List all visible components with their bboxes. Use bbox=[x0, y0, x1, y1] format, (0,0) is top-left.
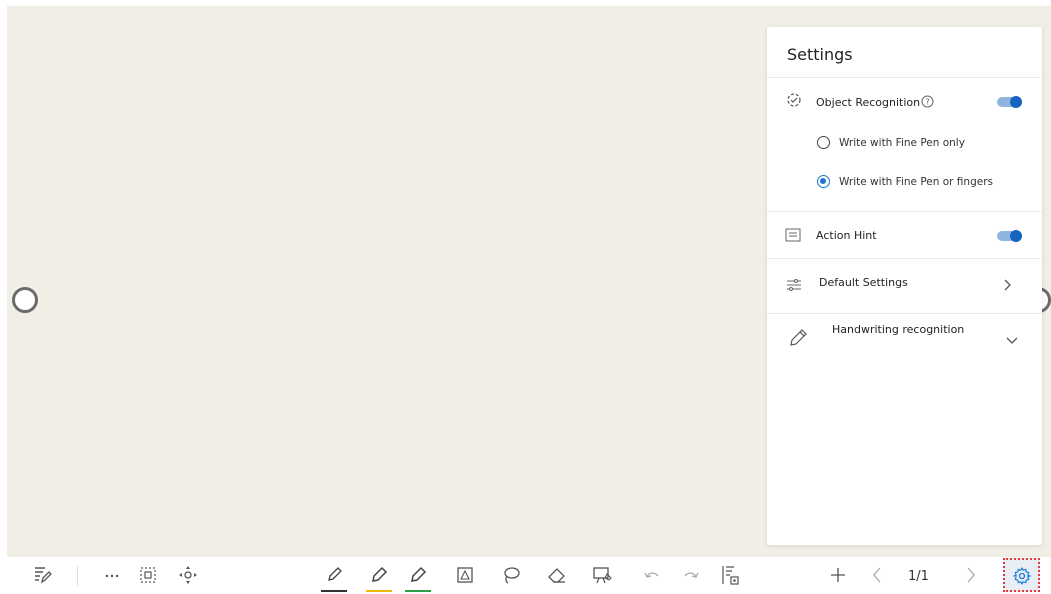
sliders-icon bbox=[787, 279, 801, 291]
move-icon bbox=[179, 566, 197, 584]
clear-page-button[interactable] bbox=[718, 563, 742, 587]
page-indicator: 1/1 bbox=[908, 569, 929, 584]
divider bbox=[767, 313, 1042, 314]
undo-icon bbox=[644, 572, 659, 578]
object-recognition-toggle[interactable] bbox=[997, 96, 1022, 108]
pen-color-indicator bbox=[366, 590, 392, 592]
handwriting-recognition-label[interactable]: Handwriting recognition bbox=[832, 323, 964, 336]
redo-icon bbox=[684, 572, 699, 578]
radio-fine-pen-only-label: Write with Fine Pen only bbox=[839, 137, 965, 149]
note-edit-icon bbox=[35, 567, 52, 584]
chevron-down-icon[interactable] bbox=[1005, 336, 1019, 346]
settings-title: Settings bbox=[787, 45, 853, 64]
next-page-button[interactable] bbox=[958, 563, 982, 587]
divider bbox=[767, 77, 1042, 78]
page-clear-icon bbox=[722, 566, 739, 585]
chevron-right-icon bbox=[967, 567, 975, 583]
lasso-icon bbox=[504, 567, 520, 584]
marker-icon bbox=[411, 566, 427, 582]
highlighter-icon bbox=[372, 566, 388, 582]
eraser-icon bbox=[548, 568, 565, 583]
divider bbox=[767, 211, 1042, 212]
present-button[interactable] bbox=[591, 563, 615, 587]
highlighter-yellow-button[interactable] bbox=[367, 563, 391, 587]
shape-icon bbox=[457, 567, 473, 583]
pen-color-indicator bbox=[321, 590, 347, 592]
note-menu-button[interactable] bbox=[30, 563, 54, 587]
eraser-button[interactable] bbox=[545, 563, 569, 587]
pan-button[interactable] bbox=[176, 563, 200, 587]
svg-text:?: ? bbox=[925, 98, 929, 107]
bottom-toolbar: 1/1 bbox=[0, 557, 1051, 594]
prev-page-button[interactable] bbox=[866, 563, 890, 587]
action-hint-toggle[interactable] bbox=[997, 230, 1022, 242]
fine-pen-button[interactable] bbox=[322, 563, 346, 587]
chevron-left-icon bbox=[873, 567, 881, 583]
presentation-icon bbox=[593, 567, 612, 584]
gear-icon bbox=[1012, 566, 1032, 586]
highlighter-green-button[interactable] bbox=[406, 563, 430, 587]
info-icon[interactable]: ? bbox=[921, 95, 934, 108]
radio-fine-pen-only[interactable] bbox=[817, 136, 830, 149]
pen-icon bbox=[790, 329, 807, 346]
radio-fine-pen-or-fingers[interactable] bbox=[817, 175, 830, 188]
redo-button[interactable] bbox=[679, 563, 703, 587]
action-hint-label: Action Hint bbox=[816, 229, 877, 242]
action-hint-icon bbox=[785, 228, 801, 242]
chevron-right-icon[interactable] bbox=[1003, 278, 1013, 292]
object-recognition-label: Object Recognition bbox=[816, 96, 921, 109]
select-button[interactable] bbox=[136, 563, 160, 587]
fine-pen-icon bbox=[328, 567, 342, 581]
plus-icon bbox=[831, 568, 845, 582]
more-button[interactable] bbox=[100, 563, 124, 587]
object-recognition-icon bbox=[787, 93, 801, 107]
settings-button[interactable] bbox=[1003, 558, 1040, 592]
pen-color-indicator bbox=[405, 590, 431, 592]
default-settings-label[interactable]: Default Settings bbox=[819, 276, 908, 289]
add-page-button[interactable] bbox=[826, 563, 850, 587]
select-icon bbox=[140, 567, 156, 583]
settings-panel: Settings Object Recognition ? Write with… bbox=[767, 27, 1042, 545]
left-side-handle[interactable] bbox=[12, 287, 38, 313]
shape-button[interactable] bbox=[453, 563, 477, 587]
undo-button[interactable] bbox=[640, 563, 664, 587]
more-icon bbox=[105, 574, 119, 578]
divider bbox=[767, 258, 1042, 259]
lasso-button[interactable] bbox=[499, 563, 523, 587]
toolbar-separator bbox=[77, 566, 78, 586]
radio-fine-pen-or-fingers-label: Write with Fine Pen or fingers bbox=[839, 176, 993, 188]
